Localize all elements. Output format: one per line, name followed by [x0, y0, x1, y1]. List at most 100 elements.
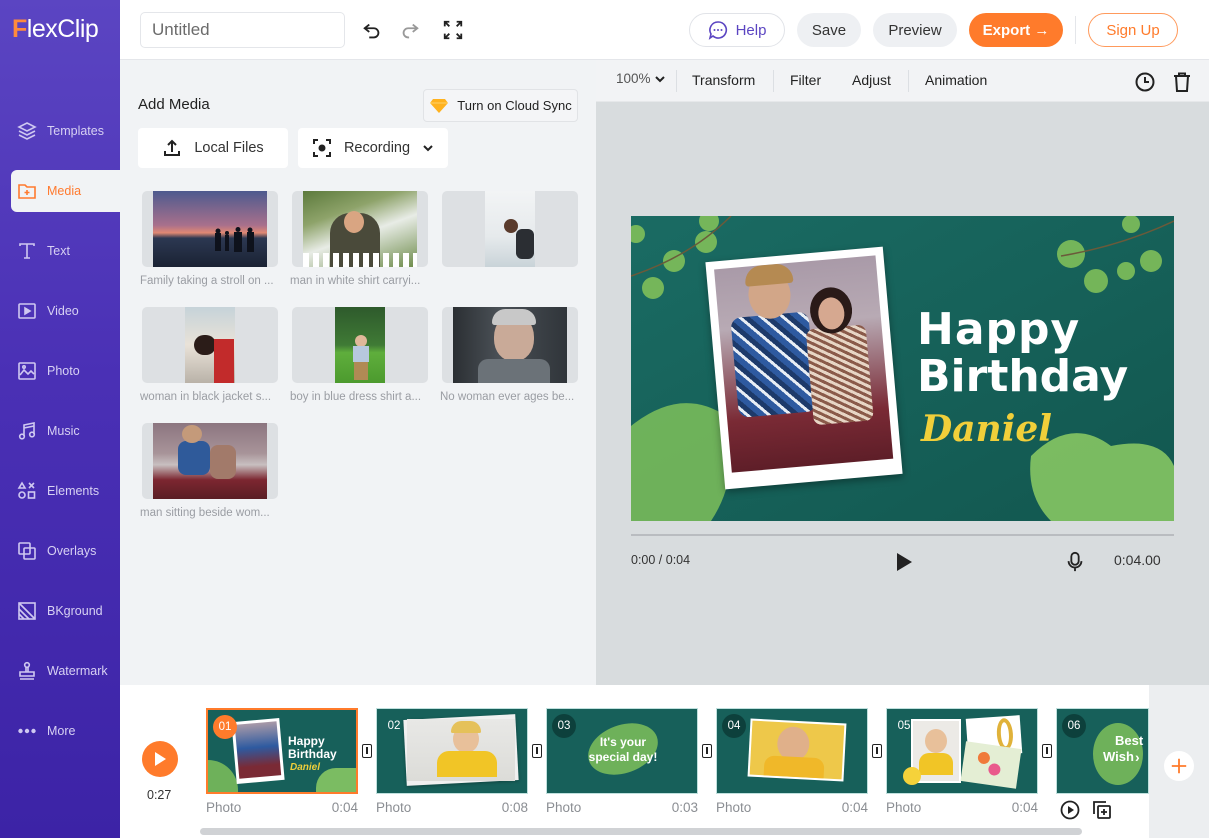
project-title-input[interactable] [140, 12, 345, 48]
sidebar-item-text[interactable]: Text [0, 230, 120, 272]
duplicate-icon [1093, 801, 1111, 819]
media-item[interactable] [442, 191, 578, 275]
topbar-divider [1075, 16, 1076, 44]
clip-meta: Photo 0:04 [716, 800, 868, 815]
media-caption: No woman ever ages be... [440, 391, 575, 403]
redo-button[interactable] [398, 19, 422, 43]
transition-button[interactable] [702, 744, 712, 758]
clip-thumbnail[interactable]: 02 [376, 708, 528, 794]
transform-tab[interactable]: Transform [692, 72, 755, 88]
sidebar-item-overlays[interactable]: Overlays [0, 530, 120, 572]
delete-button[interactable] [1171, 71, 1193, 93]
export-button[interactable]: Export → [969, 13, 1063, 47]
panel-title: Add Media [138, 96, 210, 113]
media-caption: boy in blue dress shirt a... [290, 391, 422, 403]
add-clip-button[interactable] [1164, 751, 1194, 781]
clip-duration: 0:04 [841, 800, 868, 815]
total-duration: 0:27 [147, 788, 172, 802]
sidebar-item-bkground[interactable]: BKground [0, 590, 120, 632]
duration-button[interactable] [1134, 71, 1156, 93]
media-caption: woman in black jacket s... [140, 391, 272, 403]
zoom-dropdown[interactable]: 100% [616, 71, 666, 86]
play-icon [897, 553, 912, 571]
play-button[interactable] [894, 552, 914, 572]
clip-type: Photo [716, 800, 752, 815]
canvas-name[interactable]: Daniel [921, 408, 1052, 450]
clip-thumbnail[interactable]: 01 Happy Birthday Daniel [206, 708, 358, 794]
flexclip-logo[interactable]: FlexClip [12, 15, 99, 44]
timeline-clip[interactable]: 05 Photo 0:04 [886, 708, 1038, 815]
video-canvas[interactable]: Happy Birthday Daniel [631, 216, 1174, 521]
editor-area: 100% Transform Filter Adjust Animation H… [596, 60, 1209, 685]
filter-tab[interactable]: Filter [790, 72, 821, 88]
play-all-button[interactable] [142, 741, 178, 777]
timeline-scrollbar[interactable] [200, 828, 1082, 835]
sidebar-item-photo[interactable]: Photo [0, 350, 120, 392]
transition-button[interactable] [1042, 744, 1052, 758]
clip-type: Photo [376, 800, 412, 815]
sidebar-item-video[interactable]: Video [0, 290, 120, 332]
media-thumbnail[interactable] [442, 191, 578, 267]
diamond-icon [430, 98, 449, 113]
more-icon [18, 728, 36, 734]
undo-icon [363, 23, 380, 39]
chevron-down-icon [423, 145, 433, 152]
sidebar-item-media[interactable]: Media [11, 170, 120, 212]
fullscreen-button[interactable] [442, 19, 464, 41]
save-button[interactable]: Save [797, 13, 861, 47]
preview-clip-button[interactable] [1060, 800, 1080, 820]
timeline-clip[interactable]: 03 It's your special day! Photo 0:03 [546, 708, 698, 815]
sidebar-item-music[interactable]: Music [0, 410, 120, 452]
record-icon [312, 139, 331, 157]
clip-thumbnail[interactable]: 04 [716, 708, 868, 794]
sidebar-item-templates[interactable]: Templates [0, 110, 120, 152]
voiceover-button[interactable] [1065, 550, 1085, 574]
scroll-right-icon[interactable]: › [1135, 749, 1140, 765]
clip-duration: 0:04.00 [1114, 552, 1161, 568]
media-item[interactable]: No woman ever ages be... [440, 307, 578, 403]
animation-tab[interactable]: Animation [925, 72, 987, 88]
sidebar-item-watermark[interactable]: Watermark [0, 650, 120, 692]
clip-type: Photo [886, 800, 922, 815]
media-item[interactable]: woman in black jacket s... [140, 307, 278, 403]
timeline-clip[interactable]: 04 Photo 0:04 [716, 708, 868, 815]
transition-button[interactable] [532, 744, 542, 758]
canvas-title-line2[interactable]: Birthday [917, 351, 1128, 402]
media-item[interactable]: man sitting beside wom... [140, 423, 278, 519]
transition-button[interactable] [872, 744, 882, 758]
local-files-button[interactable]: Local Files [138, 128, 288, 168]
sidebar-item-more[interactable]: More [0, 710, 120, 752]
help-button[interactable]: Help [689, 13, 785, 47]
transition-button[interactable] [362, 744, 372, 758]
canvas-photo-frame[interactable] [705, 246, 903, 490]
timeline-clip[interactable]: 06 Best Wish › [1056, 708, 1149, 794]
sidebar-item-elements[interactable]: Elements [0, 470, 120, 512]
timeline-clip[interactable]: 02 Photo 0:08 [376, 708, 528, 815]
cloud-sync-button[interactable]: Turn on Cloud Sync [423, 89, 578, 122]
canvas-title-line1[interactable]: Happy [917, 304, 1080, 355]
timeline-clip[interactable]: 01 Happy Birthday Daniel Photo 0:04 [206, 708, 358, 815]
adjust-tab[interactable]: Adjust [852, 72, 891, 88]
media-thumbnail[interactable] [142, 191, 278, 267]
media-thumbnail[interactable] [142, 307, 278, 383]
media-thumbnail[interactable] [442, 307, 578, 383]
undo-button[interactable] [360, 19, 384, 43]
duplicate-clip-button[interactable] [1092, 800, 1112, 820]
media-item[interactable]: boy in blue dress shirt a... [290, 307, 428, 403]
play-circle-icon [1060, 800, 1080, 820]
sign-up-button[interactable]: Sign Up [1088, 13, 1178, 47]
media-item[interactable]: Family taking a stroll on ... [140, 191, 278, 287]
media-thumbnail[interactable] [142, 423, 278, 499]
clip-thumbnail[interactable]: 06 Best Wish › [1056, 708, 1149, 794]
recording-dropdown[interactable]: Recording [298, 128, 448, 168]
clip-duration: 0:08 [501, 800, 528, 815]
preview-button[interactable]: Preview [873, 13, 957, 47]
media-item[interactable]: man in white shirt carryi... [290, 191, 428, 287]
media-thumbnail[interactable] [292, 191, 428, 267]
clip-thumbnail[interactable]: 03 It's your special day! [546, 708, 698, 794]
media-thumbnail[interactable] [292, 307, 428, 383]
playback-progress-track[interactable] [631, 534, 1174, 536]
toolbar-divider [773, 70, 774, 92]
layers-icon [17, 122, 37, 140]
clip-thumbnail[interactable]: 05 [886, 708, 1038, 794]
